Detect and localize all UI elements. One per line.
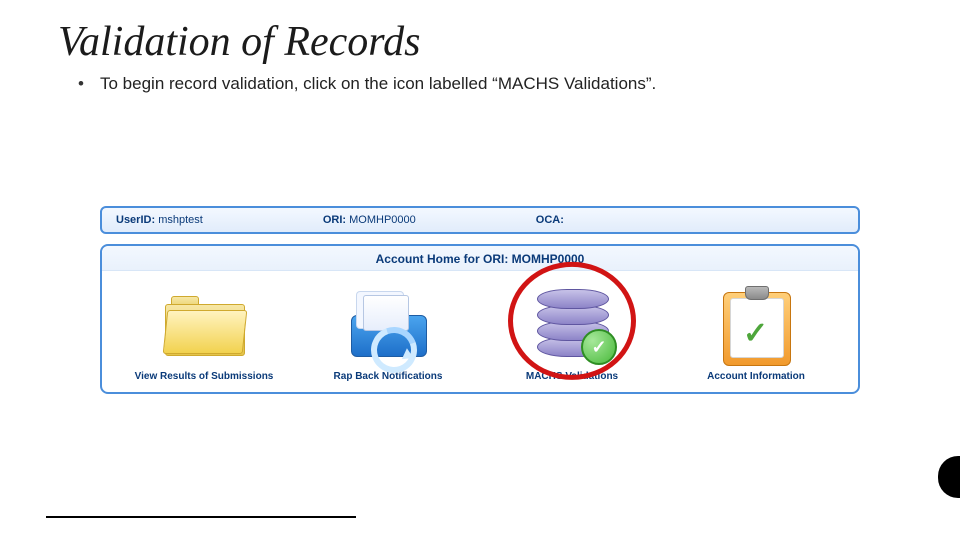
oca-pair: OCA: — [536, 214, 564, 226]
view-results-launcher[interactable]: View Results of Submissions — [129, 285, 279, 382]
app-screenshot: UserID: mshptest ORI: MOMHP0000 OCA: Acc… — [100, 206, 860, 394]
machs-validations-label: MACHS Validations — [526, 371, 618, 382]
clipboard-check-icon: ✓ — [710, 285, 802, 365]
rap-back-launcher[interactable]: Rap Back Notifications — [313, 285, 463, 382]
account-info-label: Account Information — [707, 371, 805, 382]
info-bar: UserID: mshptest ORI: MOMHP0000 OCA: — [100, 206, 860, 234]
machs-validations-launcher[interactable]: ✓ MACHS Validations — [497, 285, 647, 382]
user-id-label: UserID: — [116, 214, 155, 226]
slide-title: Validation of Records — [58, 18, 960, 66]
oca-label: OCA: — [536, 214, 564, 226]
ori-value: MOMHP0000 — [349, 214, 416, 226]
corner-decoration — [938, 456, 960, 498]
user-id-pair: UserID: mshptest — [116, 214, 203, 226]
bullet-item: To begin record validation, click on the… — [78, 74, 960, 94]
ori-pair: ORI: MOMHP0000 — [323, 214, 416, 226]
account-home-card: Account Home for ORI: MOMHP0000 View Res… — [100, 244, 860, 394]
bullet-list: To begin record validation, click on the… — [78, 74, 960, 94]
database-check-icon: ✓ — [526, 285, 618, 365]
folder-icon — [158, 285, 250, 365]
launcher-row: View Results of Submissions Rap Back Not… — [102, 271, 858, 392]
user-id-value: mshptest — [158, 214, 203, 226]
ori-label: ORI: — [323, 214, 346, 226]
account-info-launcher[interactable]: ✓ Account Information — [681, 285, 831, 382]
card-title: Account Home for ORI: MOMHP0000 — [102, 246, 858, 271]
tray-refresh-icon — [342, 285, 434, 365]
view-results-label: View Results of Submissions — [135, 371, 274, 382]
checkmark-icon: ✓ — [581, 329, 617, 365]
footer-rule — [46, 516, 356, 518]
